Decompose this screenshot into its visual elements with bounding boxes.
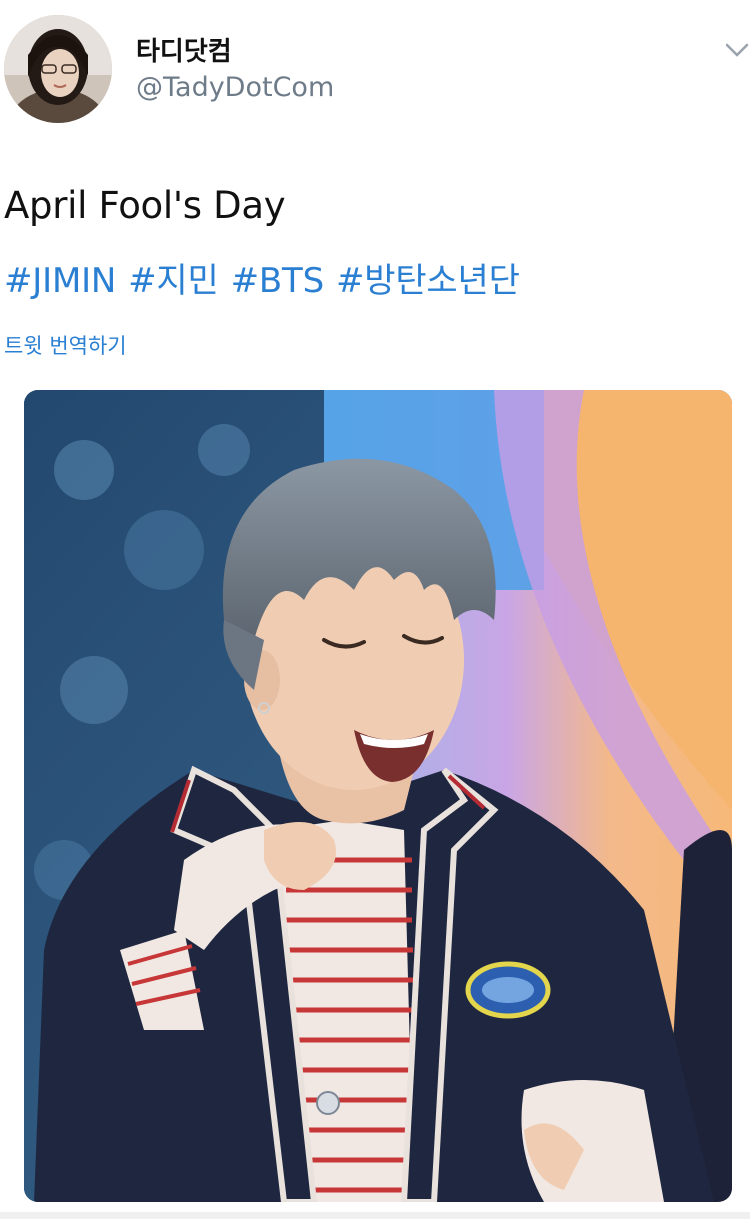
hashtag-link[interactable]: #방탄소년단 (336, 261, 520, 301)
hashtag-link[interactable]: #지민 (128, 261, 219, 301)
tweet-text: April Fool's Day (4, 184, 286, 227)
author-display-name[interactable]: 타디닷컴 (136, 31, 232, 68)
tweet: 타디닷컴 @TadyDotCom April Fool's Day #JIMIN… (0, 0, 750, 1219)
hashtag-link[interactable]: #JIMIN (4, 261, 116, 301)
author-avatar[interactable] (4, 15, 112, 123)
chevron-down-icon[interactable] (724, 40, 750, 60)
hashtag-link[interactable]: #BTS (231, 261, 325, 301)
hashtag-list: #JIMIN #지민 #BTS #방탄소년단 (4, 253, 532, 302)
tweet-media-photo[interactable] (24, 390, 732, 1202)
translate-tweet-link[interactable]: 트윗 번역하기 (4, 330, 127, 360)
divider (0, 1212, 750, 1219)
author-handle[interactable]: @TadyDotCom (136, 72, 334, 103)
